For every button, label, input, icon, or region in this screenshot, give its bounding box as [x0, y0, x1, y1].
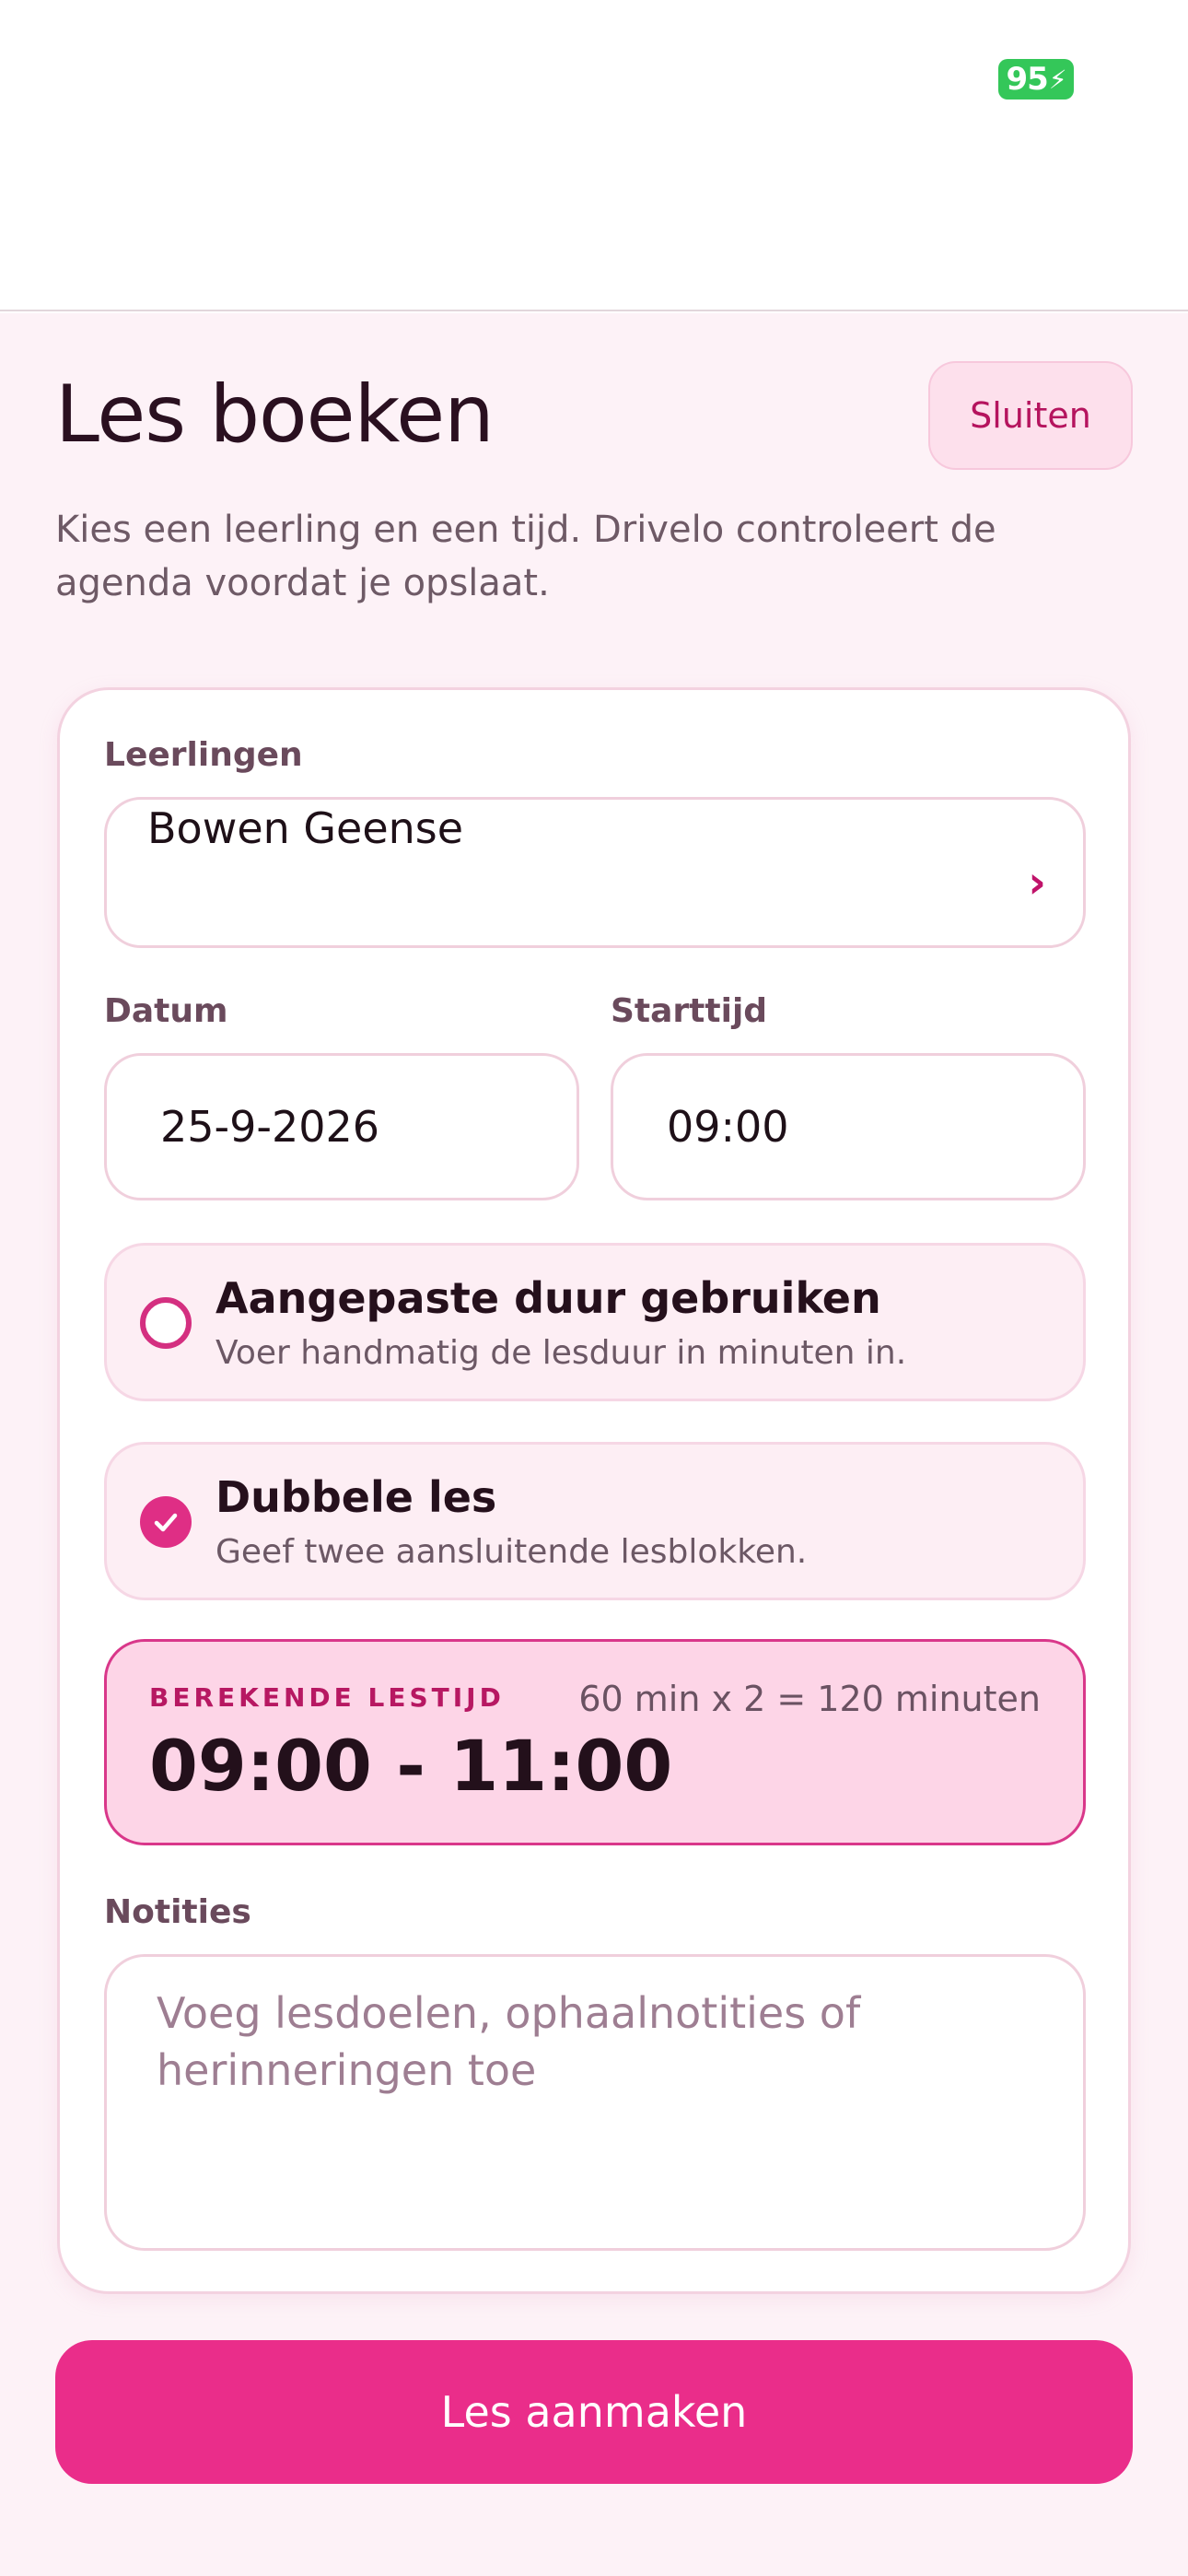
date-value: 25-9-2026 — [160, 1102, 380, 1152]
page-title: Les boeken — [55, 369, 495, 461]
calculated-formula: 60 min x 2 = 120 minuten — [578, 1679, 1041, 1719]
status-bar: 95 ⚡ — [0, 0, 1188, 311]
booking-sheet: Les boeken Sluiten Kies een leerling en … — [0, 313, 1188, 2576]
start-time-field[interactable]: 09:00 — [611, 1053, 1086, 1200]
notes-input[interactable]: Voeg lesdoelen, ophaalnotities of herinn… — [104, 1954, 1086, 2251]
checkmark-icon — [154, 1513, 178, 1532]
charging-bolt-icon: ⚡ — [1048, 64, 1067, 95]
notes-label: Notities — [104, 1893, 251, 1931]
custom-duration-option[interactable]: Aangepaste duur gebruiken Voer handmatig… — [104, 1243, 1086, 1401]
date-label: Datum — [104, 992, 228, 1030]
check-circle-icon[interactable] — [140, 1496, 192, 1548]
custom-duration-title: Aangepaste duur gebruiken — [215, 1273, 881, 1323]
calculated-time-label: BEREKENDE LESTIJD — [149, 1682, 505, 1713]
battery-level: 95 — [1006, 61, 1049, 98]
double-lesson-option[interactable]: Dubbele les Geef twee aansluitende lesbl… — [104, 1442, 1086, 1600]
student-value: Bowen Geense — [147, 803, 464, 853]
create-lesson-button[interactable]: Les aanmaken — [55, 2340, 1133, 2484]
chevron-right-icon: › — [1028, 857, 1046, 908]
custom-duration-description: Voer handmatig de lesduur in minuten in. — [215, 1334, 907, 1372]
radio-empty-icon[interactable] — [140, 1297, 192, 1349]
date-field[interactable]: 25-9-2026 — [104, 1053, 579, 1200]
start-time-value: 09:00 — [667, 1102, 789, 1152]
booking-form-card: Leerlingen Bowen Geense › Datum 25-9-202… — [57, 687, 1131, 2294]
student-select[interactable]: Bowen Geense › — [104, 797, 1086, 948]
calculated-time-panel: BEREKENDE LESTIJD 60 min x 2 = 120 minut… — [104, 1639, 1086, 1845]
double-lesson-description: Geef twee aansluitende lesblokken. — [215, 1533, 808, 1571]
double-lesson-title: Dubbele les — [215, 1472, 497, 1522]
start-time-label: Starttijd — [611, 992, 768, 1030]
close-button[interactable]: Sluiten — [928, 361, 1133, 470]
battery-icon: 95 ⚡ — [998, 59, 1074, 100]
calculated-time-range: 09:00 - 11:00 — [149, 1725, 673, 1807]
students-label: Leerlingen — [104, 736, 303, 774]
page-subtitle: Kies een leerling en een tijd. Drivelo c… — [55, 509, 996, 604]
